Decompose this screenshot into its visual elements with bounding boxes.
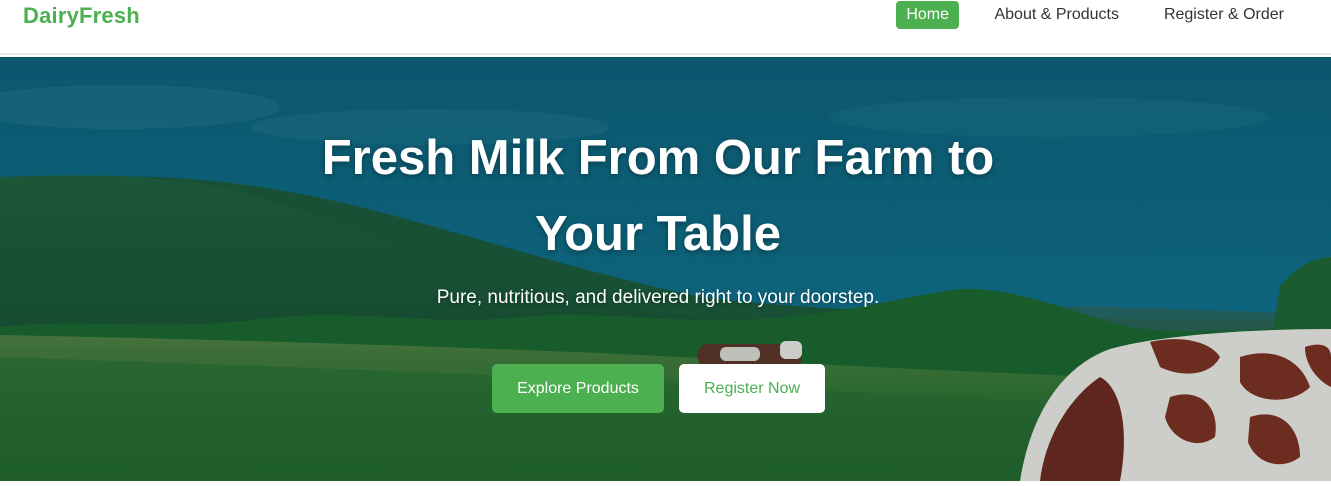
nav-item-register-order[interactable]: Register & Order: [1164, 1, 1284, 29]
explore-products-button[interactable]: Explore Products: [492, 364, 664, 413]
hero-subtitle: Pure, nutritious, and delivered right to…: [436, 287, 880, 308]
hero-title-line1: Fresh Milk From Our Farm to: [321, 131, 995, 185]
register-now-button[interactable]: Register Now: [679, 364, 825, 413]
page-bottom-strip: [0, 481, 1331, 486]
nav-item-about-products[interactable]: About & Products: [994, 1, 1119, 29]
navbar: DairyFresh Home About & Products Registe…: [0, 0, 1331, 55]
hero-title: Fresh Milk From Our Farm to Your Table: [283, 120, 1033, 272]
brand-logo[interactable]: DairyFresh: [23, 3, 140, 29]
hero-title-line2: Your Table: [535, 207, 781, 261]
nav-item-home[interactable]: Home: [896, 1, 959, 29]
hero-section: Fresh Milk From Our Farm to Your Table P…: [0, 57, 1331, 481]
